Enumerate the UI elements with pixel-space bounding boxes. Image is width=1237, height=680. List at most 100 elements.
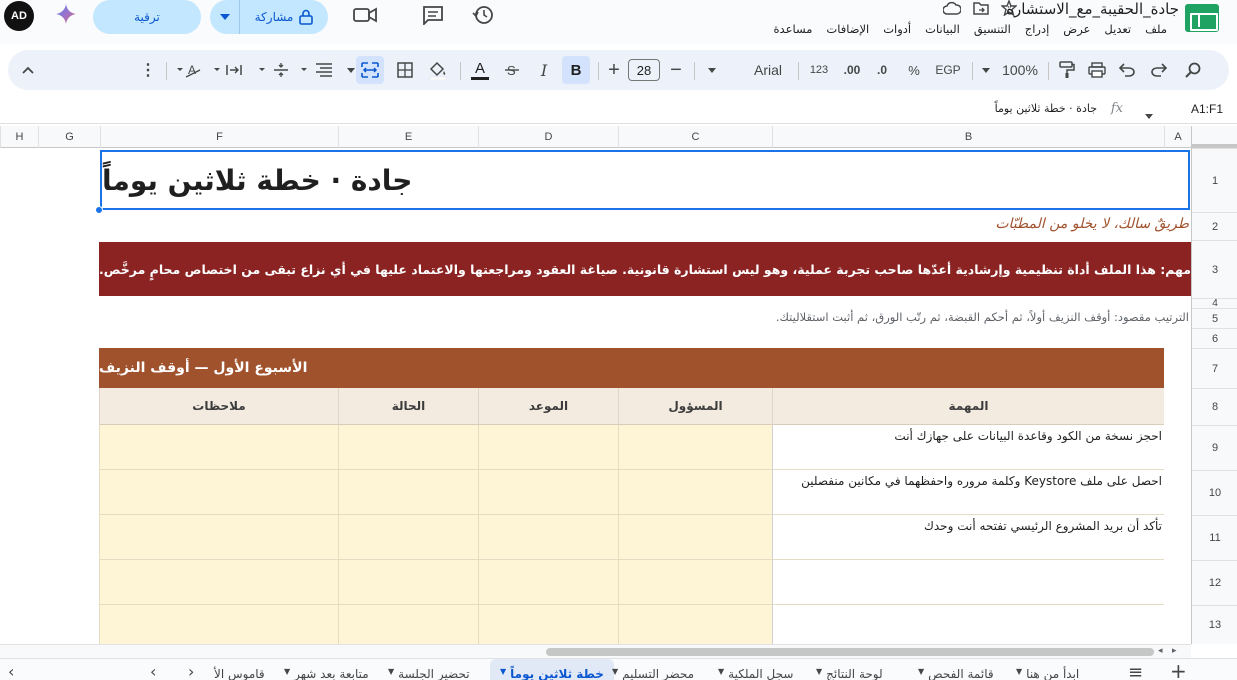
table-cell-status[interactable] — [338, 425, 478, 470]
row-header-11[interactable]: 11 — [1192, 515, 1237, 560]
sheets-logo-icon[interactable] — [1185, 4, 1219, 32]
table-cell-status[interactable] — [338, 605, 478, 644]
table-cell-owner[interactable] — [618, 560, 772, 605]
share-dropdown-button[interactable] — [210, 0, 240, 34]
table-cell-task[interactable]: احصل على ملف Keystore وكلمة مروره واحفظه… — [772, 470, 1164, 515]
menu-view[interactable]: عرض — [1063, 22, 1090, 36]
sheet-tab-ownership-log[interactable]: سجل الملكية ▼ — [718, 659, 793, 680]
week-one-header-cell[interactable]: الأسبوع الأول — أوقف النزيف — [99, 348, 1164, 388]
header-owner[interactable]: المسؤول — [618, 388, 772, 425]
add-sheet-icon[interactable]: + — [1170, 659, 1187, 680]
table-cell-task[interactable]: احجز نسخة من الكود وقاعدة البيانات على ج… — [772, 425, 1164, 470]
sheet-tab-followup[interactable]: متابعة بعد شهر ▼ — [284, 659, 369, 680]
column-header-c[interactable]: C — [618, 126, 772, 148]
table-cell-owner[interactable] — [618, 425, 772, 470]
column-header-d[interactable]: D — [478, 126, 618, 148]
table-cell-status[interactable] — [338, 515, 478, 560]
table-cell-task[interactable] — [772, 605, 1164, 644]
sheet-tab-thirty-day-plan[interactable]: خطة ثلاثين يوماً ▼ — [490, 659, 614, 680]
menu-data[interactable]: البيانات — [925, 22, 960, 36]
column-header-h[interactable]: H — [0, 126, 38, 148]
print-button[interactable] — [1084, 56, 1110, 84]
table-cell-status[interactable] — [338, 470, 478, 515]
table-cell-owner[interactable] — [618, 470, 772, 515]
collapse-toolbar-button[interactable] — [16, 56, 40, 84]
header-notes[interactable]: ملاحظات — [99, 388, 338, 425]
row-header-13[interactable]: 13 — [1192, 605, 1237, 644]
row-header-6[interactable]: 6 — [1192, 328, 1237, 348]
sheet-subtitle-cell[interactable]: طريقٌ سالك، لا يخلو من المطبّات — [995, 216, 1189, 232]
font-dropdown-button[interactable] — [700, 56, 724, 84]
table-cell-due[interactable] — [478, 560, 618, 605]
formula-input[interactable]: جادة · خطة ثلاثين يوماً — [995, 102, 1097, 115]
decrease-font-size-button[interactable]: − — [666, 56, 686, 84]
header-task[interactable]: المهمة — [772, 388, 1164, 425]
scroll-left-arrow-icon[interactable]: ◂ — [1158, 646, 1163, 656]
table-cell-status[interactable] — [338, 560, 478, 605]
scroll-tabs-forward-icon[interactable]: › — [188, 662, 194, 680]
comments-icon[interactable] — [420, 2, 446, 28]
column-header-e[interactable]: E — [338, 126, 478, 148]
spreadsheet-grid[interactable]: جادة · خطة ثلاثين يوماً طريقٌ سالك، لا ي… — [0, 148, 1191, 644]
table-cell-owner[interactable] — [618, 515, 772, 560]
zoom-dropdown-button[interactable] — [978, 56, 994, 84]
sheet-tab-handover[interactable]: محضر التسليم ▼ — [612, 659, 694, 680]
header-status[interactable]: الحالة — [338, 388, 478, 425]
table-cell-due[interactable] — [478, 605, 618, 644]
sheet-tab-results-board[interactable]: لوحة النتائج ▼ — [816, 659, 883, 680]
merge-cells-button[interactable] — [356, 56, 384, 84]
font-size-input[interactable]: 28 — [628, 59, 660, 81]
table-cell-notes[interactable] — [99, 425, 338, 470]
fill-color-button[interactable] — [424, 56, 452, 84]
font-name-select[interactable]: Arial — [744, 56, 792, 84]
menu-edit[interactable]: تعديل — [1104, 22, 1131, 36]
strikethrough-button[interactable]: S — [500, 56, 524, 84]
table-cell-notes[interactable] — [99, 470, 338, 515]
table-cell-notes[interactable] — [99, 605, 338, 644]
sheet-tab-glossary[interactable]: قاموس الأ — [214, 659, 265, 680]
row-header-10[interactable]: 10 — [1192, 470, 1237, 515]
document-title[interactable]: جادة_الحقيبة_مع_الاستشارة — [1006, 0, 1179, 18]
text-direction-button[interactable] — [210, 56, 252, 84]
sheet-tab-start-here[interactable]: ابدأ من هنا ▼ — [1016, 659, 1079, 680]
row-header-2[interactable]: 2 — [1192, 212, 1237, 240]
menu-file[interactable]: ملف — [1145, 22, 1167, 36]
cloud-saved-icon[interactable] — [943, 0, 961, 16]
row-header-12[interactable]: 12 — [1192, 560, 1237, 605]
horizontal-align-button[interactable] — [298, 56, 338, 84]
more-options-button[interactable]: ⋮ — [138, 56, 158, 84]
table-cell-due[interactable] — [478, 425, 618, 470]
increase-font-size-button[interactable]: + — [604, 56, 624, 84]
scroll-tabs-left-icon[interactable]: ‹ — [8, 662, 14, 680]
table-cell-owner[interactable] — [618, 605, 772, 644]
text-rotation-button[interactable]: A — [174, 56, 208, 84]
all-sheets-menu-icon[interactable]: ≡ — [1128, 662, 1143, 680]
redo-button[interactable] — [1146, 56, 1172, 84]
upgrade-button[interactable]: ترقية — [93, 0, 201, 34]
menu-insert[interactable]: إدراج — [1025, 22, 1050, 36]
undo-button[interactable] — [1114, 56, 1140, 84]
share-button[interactable]: مشاركة — [240, 0, 328, 34]
column-header-b[interactable]: B — [772, 126, 1164, 148]
header-due[interactable]: الموعد — [478, 388, 618, 425]
sheet-tab-session-prep[interactable]: تحضير الجلسة ▼ — [388, 659, 470, 680]
table-cell-due[interactable] — [478, 515, 618, 560]
bold-button[interactable]: B — [562, 56, 590, 84]
move-folder-icon[interactable] — [973, 0, 989, 16]
menu-help[interactable]: مساعدة — [774, 22, 813, 36]
legal-warning-cell[interactable]: تنبيه مهم: هذا الملف أداة تنظيمية وإرشاد… — [99, 242, 1191, 296]
row-header-8[interactable]: 8 — [1192, 388, 1237, 425]
column-header-g[interactable]: G — [38, 126, 100, 148]
row-header-5[interactable]: 5 — [1192, 308, 1237, 328]
order-note-cell[interactable]: الترتيب مقصود: أوقف النزيف أولاً، ثم أحك… — [776, 310, 1189, 324]
search-menus-button[interactable] — [1180, 56, 1206, 84]
table-cell-due[interactable] — [478, 470, 618, 515]
row-header-9[interactable]: 9 — [1192, 425, 1237, 470]
vertical-align-button[interactable] — [256, 56, 294, 84]
menu-tools[interactable]: أدوات — [883, 22, 911, 36]
decrease-decimal-button[interactable]: .0 — [870, 56, 894, 84]
select-all-corner[interactable] — [1191, 126, 1237, 148]
borders-button[interactable] — [392, 56, 418, 84]
table-cell-task[interactable] — [772, 560, 1164, 605]
avatar[interactable]: AD — [4, 1, 34, 31]
